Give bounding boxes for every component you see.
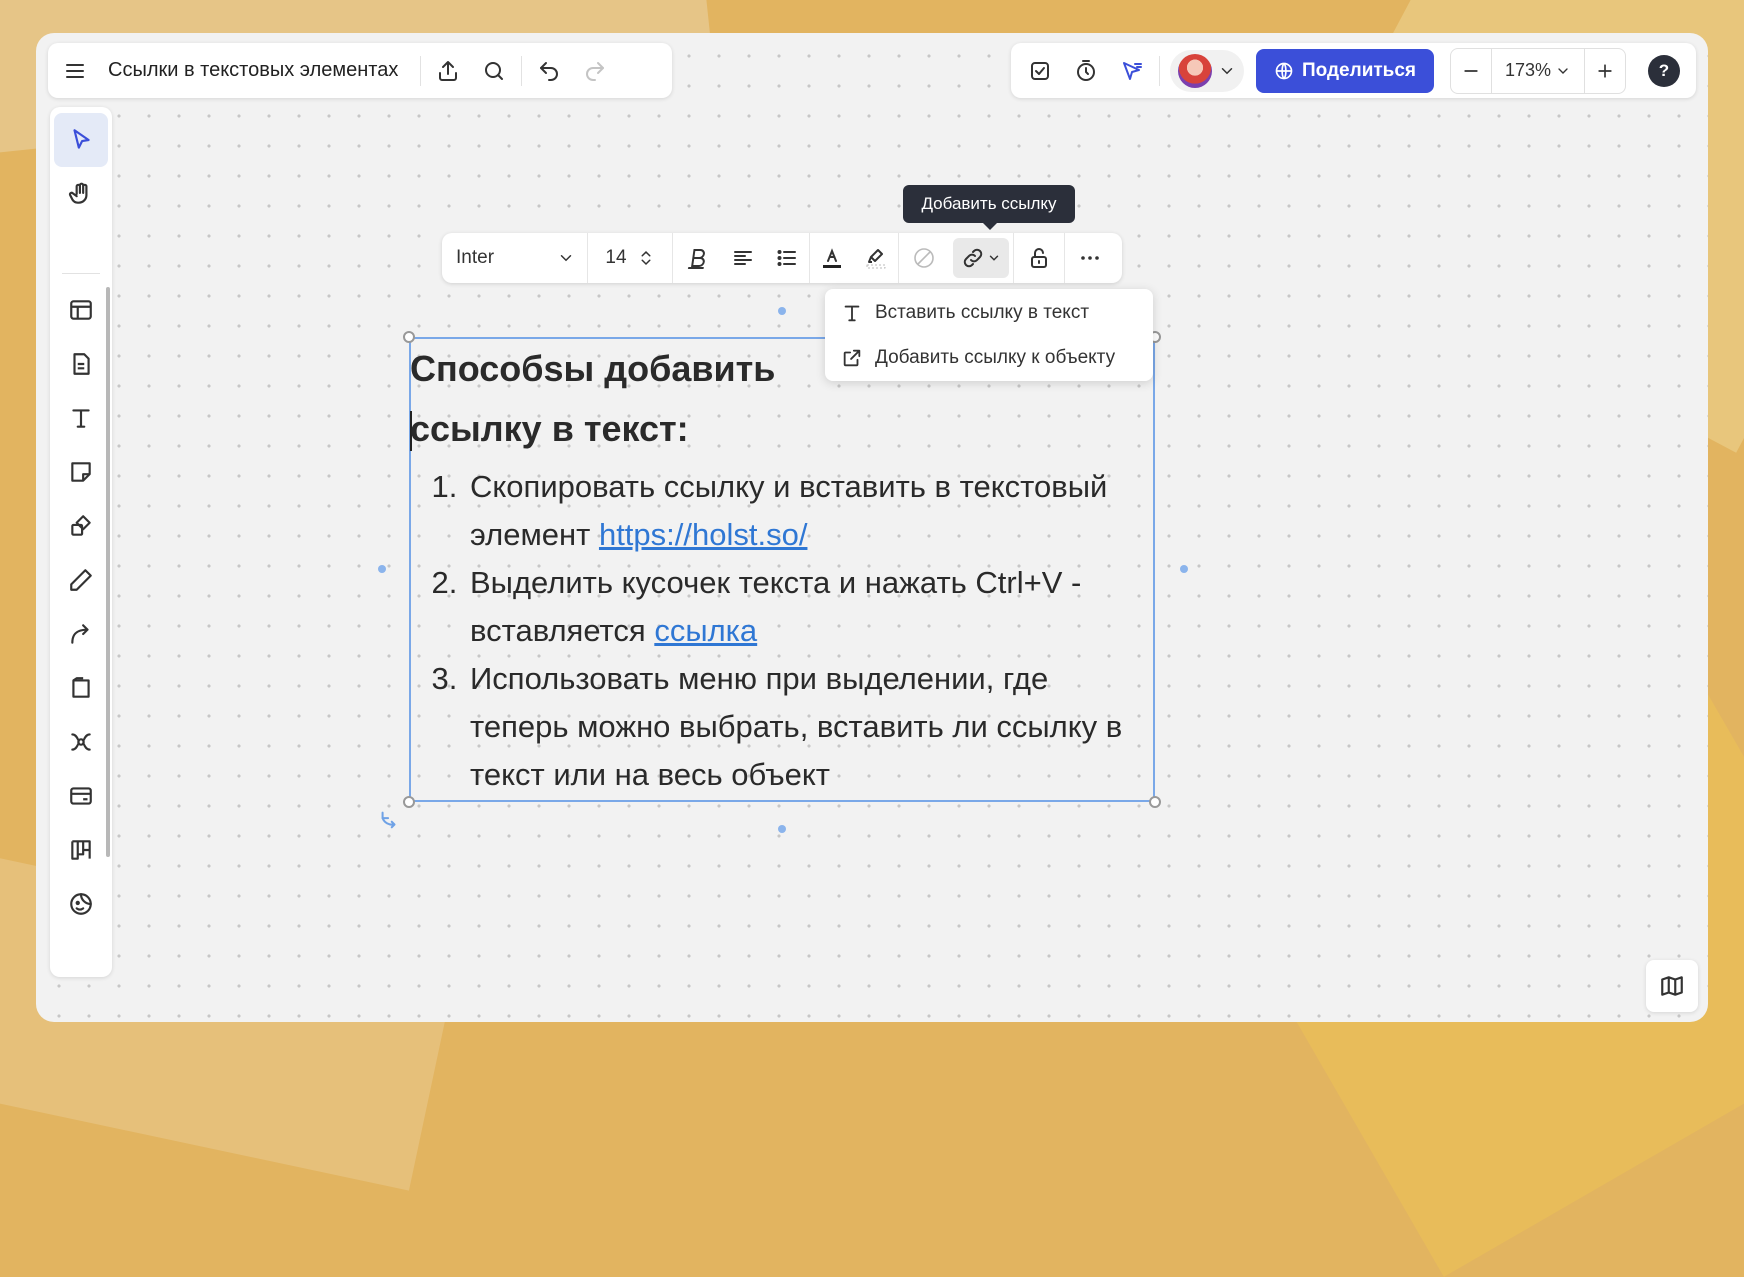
bold-icon[interactable]	[673, 233, 721, 283]
map-icon	[1661, 976, 1683, 996]
timer-icon[interactable]	[1063, 48, 1109, 94]
zoom-control: 173%	[1450, 47, 1626, 94]
help-button[interactable]: ?	[1648, 54, 1680, 87]
pen-icon[interactable]	[54, 553, 108, 607]
shapes-icon[interactable]	[54, 499, 108, 553]
chevron-down-icon	[989, 255, 999, 261]
app-window: Ссылки в текстовых элементах Поделиться …	[36, 33, 1708, 1022]
undo-icon[interactable]	[526, 48, 572, 94]
hand-tool-icon[interactable]	[54, 167, 108, 221]
mindmap-icon[interactable]	[54, 715, 108, 769]
sticky-note-icon[interactable]	[54, 445, 108, 499]
heading-line-2: ссылку в текст:	[410, 408, 689, 449]
connection-point-bottom[interactable]	[778, 825, 786, 833]
text-element[interactable]: Способsы добавить ссылку в текст: Скопир…	[410, 339, 1154, 799]
checkbox-task-icon[interactable]	[1017, 48, 1063, 94]
menu-item-label: Добавить ссылку к объекту	[875, 347, 1116, 368]
plus-icon	[1598, 63, 1612, 78]
menu-item-insert-link-in-text[interactable]: Вставить ссылку в текст	[825, 292, 1153, 334]
text-color-icon[interactable]	[810, 233, 854, 283]
font-size-stepper[interactable]: 14	[588, 233, 673, 283]
font-family-dropdown[interactable]: Inter	[442, 233, 588, 283]
align-left-icon[interactable]	[721, 233, 765, 283]
list-item-text: Выделить кусочек текста и нажать Ctrl+V …	[470, 565, 1082, 648]
highlight-icon[interactable]	[854, 233, 898, 283]
hyperlink[interactable]: ссылка	[654, 613, 757, 648]
unlock-icon[interactable]	[1014, 233, 1064, 283]
zoom-in-button[interactable]	[1585, 49, 1625, 93]
divider	[1159, 55, 1160, 86]
font-family-value: Inter	[456, 247, 495, 268]
zoom-level-dropdown[interactable]: 173%	[1491, 48, 1585, 93]
chevron-down-icon	[560, 255, 572, 262]
sidebar-scrollbar[interactable]	[106, 287, 110, 857]
export-icon[interactable]	[425, 48, 471, 94]
connection-point-right[interactable]	[1180, 565, 1188, 573]
hamburger-icon[interactable]	[52, 48, 98, 94]
document-title[interactable]: Ссылки в текстовых элементах	[108, 59, 398, 82]
zoom-out-button[interactable]	[1451, 49, 1491, 93]
sticker-icon[interactable]	[54, 877, 108, 931]
card-icon[interactable]	[54, 769, 108, 823]
select-tool-icon[interactable]	[54, 113, 108, 167]
connection-point-left[interactable]	[378, 565, 386, 573]
bullet-list-icon[interactable]	[765, 233, 809, 283]
connection-point-top[interactable]	[778, 307, 786, 315]
search-icon[interactable]	[471, 48, 517, 94]
globe-icon	[1275, 62, 1293, 79]
connector-icon[interactable]	[54, 607, 108, 661]
hyperlink[interactable]: https://holst.so/	[599, 517, 808, 552]
menu-item-label: Вставить ссылку в текст	[875, 302, 1090, 323]
frame-icon[interactable]	[54, 661, 108, 715]
more-options-icon[interactable]	[1065, 233, 1115, 283]
share-button-label: Поделиться	[1301, 59, 1417, 81]
chevron-down-icon	[1558, 67, 1568, 74]
kanban-icon[interactable]	[54, 823, 108, 877]
list-item: Скопировать ссылку и вставить в текстовы…	[466, 463, 1154, 559]
rotate-handle-icon[interactable]	[378, 808, 400, 830]
divider	[420, 55, 422, 86]
cursor-filter-icon[interactable]	[1109, 48, 1155, 94]
divider	[521, 55, 523, 86]
tools-sidebar	[50, 107, 112, 977]
external-link-icon	[843, 349, 861, 367]
menu-item-add-link-to-object[interactable]: Добавить ссылку к объекту	[825, 337, 1153, 379]
text-format-toolbar: Inter 14	[442, 233, 1122, 283]
divider	[62, 273, 100, 274]
user-menu[interactable]	[1170, 49, 1244, 92]
link-dropdown-menu: Вставить ссылку в текст Добавить ссылку …	[825, 289, 1153, 381]
add-link-tooltip: Добавить ссылку	[903, 185, 1075, 230]
top-toolbar-left: Ссылки в текстовых элементах	[48, 43, 672, 98]
minimap-button[interactable]	[1646, 960, 1698, 1012]
template-icon[interactable]	[54, 283, 108, 337]
document-icon[interactable]	[54, 337, 108, 391]
no-fill-icon[interactable]	[899, 233, 949, 283]
text-tool-icon[interactable]	[54, 391, 108, 445]
link-icon	[963, 248, 983, 268]
list-item-text: Использовать меню при выделении, где теп…	[470, 661, 1123, 792]
avatar	[1178, 53, 1212, 88]
share-button[interactable]: Поделиться	[1256, 48, 1434, 93]
top-toolbar-right: Поделиться 173% ?	[1011, 43, 1696, 98]
text-t-icon	[844, 305, 860, 322]
numbered-list: Скопировать ссылку и вставить в текстовы…	[410, 463, 1154, 799]
redo-icon[interactable]	[572, 48, 618, 94]
add-link-button[interactable]	[953, 238, 1009, 278]
minus-icon	[1464, 69, 1478, 72]
chevron-down-icon	[1221, 67, 1233, 74]
zoom-level: 173%	[1504, 60, 1552, 80]
font-size-value: 14	[605, 247, 627, 268]
list-item: Выделить кусочек текста и нажать Ctrl+V …	[466, 559, 1154, 655]
stepper-arrows-icon[interactable]	[637, 245, 655, 271]
list-item: Использовать меню при выделении, где теп…	[466, 655, 1154, 799]
